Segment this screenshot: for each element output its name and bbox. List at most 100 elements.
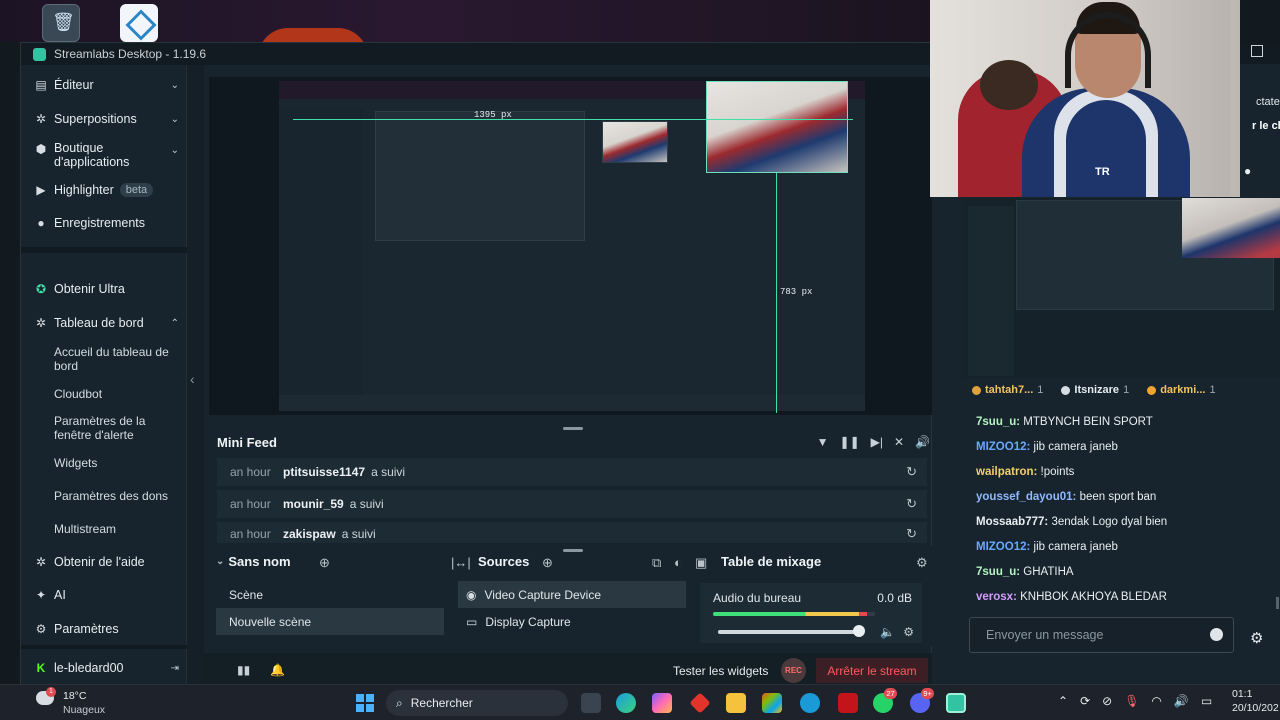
sidebar-item-app-store[interactable]: ⬢ Boutique d'applications ⌄ (33, 141, 183, 169)
sidebar-item-dashboard[interactable]: ✲ Tableau de bord ⌃ (33, 315, 183, 331)
scene-collection-title[interactable]: Sans nom (228, 554, 290, 569)
sidebar-item-overlays[interactable]: ✲ Superpositions ⌄ (33, 111, 183, 127)
scene-item-selected[interactable]: Nouvelle scène (216, 608, 444, 635)
speaker-icon[interactable]: 🔈 (880, 625, 895, 639)
sidebar-item-settings[interactable]: ⚙ Paramètres (33, 621, 183, 637)
microphone-icon[interactable]: 🎙 (1124, 694, 1139, 708)
logout-icon[interactable]: ⇥ (171, 663, 179, 674)
sidebar-item-ultra[interactable]: ✪ Obtenir Ultra (33, 281, 183, 297)
sync-icon[interactable]: ⟳ (1080, 694, 1090, 708)
mcafee-icon[interactable] (838, 693, 858, 713)
task-view-icon[interactable] (581, 693, 601, 713)
notification-bell-icon[interactable]: 🔔 (270, 663, 285, 677)
replay-icon[interactable]: ↻ (906, 496, 917, 512)
sidebar-subitem-multistream[interactable]: Multistream (54, 522, 184, 536)
edge-browser-icon[interactable] (616, 693, 636, 713)
chat-settings-gear-icon[interactable]: ⚙ (1250, 629, 1263, 647)
sidebar-subitem-cloudbot[interactable]: Cloudbot (54, 387, 184, 401)
source-item-selected[interactable]: ◉ Video Capture Device (458, 581, 686, 608)
source-item[interactable]: ▭ Display Capture (458, 608, 686, 635)
user-icon[interactable]: ● (1244, 164, 1251, 178)
streamlabs-taskbar-icon[interactable] (946, 693, 966, 713)
viewer-chip[interactable]: tahtah7... 1 (972, 382, 1043, 398)
performance-chart-icon[interactable]: ▮▮ (237, 663, 250, 677)
pause-icon[interactable]: ❚❚ (840, 435, 860, 449)
transition-icon[interactable]: |↔| (451, 555, 471, 570)
microsoft-store-icon[interactable] (762, 693, 782, 713)
volume-icon[interactable]: 🔊 (1174, 694, 1189, 708)
scene-item[interactable]: Scène (216, 581, 444, 608)
sidebar-subitem-widgets[interactable]: Widgets (54, 456, 184, 470)
filter-icon[interactable]: ▼ (817, 435, 829, 449)
sidebar-subitem-dashboard-home[interactable]: Accueil du tableau de bord (54, 345, 184, 373)
chat-username[interactable]: 7suu_u: (976, 566, 1020, 578)
app-diamond-icon[interactable] (689, 692, 711, 714)
resize-handle[interactable] (563, 427, 583, 430)
volume-slider-track[interactable] (718, 630, 861, 634)
sidebar-subitem-alert-settings[interactable]: Paramètres de la fenêtre d'alerte (54, 414, 184, 442)
clock-date[interactable]: 20/10/202 (1232, 702, 1279, 714)
chat-username[interactable]: verosx: (976, 591, 1017, 603)
add-source-icon[interactable]: ⊕ (542, 555, 553, 571)
emoji-icon[interactable] (1210, 628, 1223, 641)
maximize-icon[interactable] (1251, 45, 1263, 57)
record-button[interactable]: REC (781, 658, 806, 683)
test-widgets-button[interactable]: Tester les widgets (673, 664, 768, 678)
chevron-left-icon[interactable]: ‹ (190, 371, 195, 387)
chat-scrollbar[interactable] (1276, 597, 1279, 609)
chat-username[interactable]: wailpatron: (976, 466, 1037, 478)
sidebar-item-editor[interactable]: ▤ Éditeur ⌄ (33, 77, 183, 93)
viewer-chip[interactable]: Itsnizare 1 (1061, 382, 1129, 398)
sidebar-item-help[interactable]: ✲ Obtenir de l'aide (33, 554, 183, 570)
gear-icon[interactable]: ⚙ (903, 625, 914, 639)
chat-username[interactable]: youssef_dayou01: (976, 491, 1076, 503)
chat-username[interactable]: 7suu_u: (976, 416, 1020, 428)
chat-username[interactable]: MIZOO12: (976, 541, 1030, 553)
wifi-icon[interactable]: ◠ (1151, 694, 1161, 708)
recycle-bin-icon[interactable] (42, 4, 80, 42)
sidebar-item-ai[interactable]: ✦ AI (33, 587, 183, 603)
resize-handle[interactable] (563, 549, 583, 552)
whatsapp-icon[interactable]: 27 (873, 688, 897, 713)
chevron-up-icon[interactable]: ⌃ (1058, 694, 1068, 708)
webcam-overlay: TR (930, 0, 1240, 197)
add-folder-icon[interactable]: ▣ (695, 555, 707, 571)
viewer-chip[interactable]: darkmi... 1 (1147, 382, 1216, 398)
skip-icon[interactable]: ▶| (871, 435, 883, 449)
gear-icon[interactable]: ⚙ (916, 555, 928, 571)
replay-icon[interactable]: ↻ (906, 526, 917, 542)
chevron-down-icon[interactable]: ⌄ (216, 556, 224, 567)
file-explorer-icon[interactable] (726, 693, 746, 713)
sidebar-item-label: Enregistrements (54, 216, 146, 230)
add-scene-icon[interactable]: ⊕ (319, 555, 330, 571)
clock-time[interactable]: 01:1 (1232, 688, 1252, 700)
sidebar-subitem-donation-settings[interactable]: Paramètres des dons (54, 489, 184, 503)
sidebar-item-highlighter[interactable]: ▶ Highlighter beta (33, 182, 183, 198)
replay-icon[interactable]: ↻ (906, 464, 917, 480)
selective-recording-icon[interactable]: ⧉ (652, 555, 661, 571)
chat-message-input[interactable] (970, 618, 1200, 652)
sidebar-item-recordings[interactable]: ● Enregistrements (33, 215, 183, 231)
stop-stream-button[interactable]: Arrêter le stream (816, 658, 928, 683)
battery-icon[interactable]: ▭ (1201, 694, 1212, 708)
copilot-icon[interactable] (652, 693, 672, 713)
volume-icon[interactable]: 🔊 (915, 435, 930, 449)
chat-username[interactable]: MIZOO12: (976, 441, 1030, 453)
recordings-icon: ● (37, 216, 45, 230)
discord-icon[interactable]: 9+ (910, 688, 934, 713)
streamlabs-desktop-icon[interactable] (120, 4, 158, 42)
camera-off-icon[interactable]: ⊘ (1102, 694, 1112, 708)
windows-start-icon[interactable] (356, 694, 374, 712)
sidebar-item-account[interactable]: K le-bledard00 ⇥ (33, 660, 183, 676)
volume-slider-handle[interactable] (853, 625, 865, 637)
source-lock-icon[interactable]: ◐ (674, 555, 682, 570)
stream-preview[interactable]: 1395 px 783 px (209, 77, 936, 415)
taskbar-search[interactable]: ⌕ Rechercher (386, 690, 568, 716)
browser-icon[interactable] (800, 693, 820, 713)
webcam-source-thumbnail[interactable] (706, 81, 848, 173)
chat-username[interactable]: Mossaab777: (976, 516, 1048, 528)
sidebar-separator (21, 645, 187, 649)
mixer-header: Table de mixage (721, 554, 821, 569)
mute-alerts-icon[interactable]: ✕ (894, 435, 904, 449)
sidebar-item-label: Boutique d'applications (54, 141, 130, 169)
